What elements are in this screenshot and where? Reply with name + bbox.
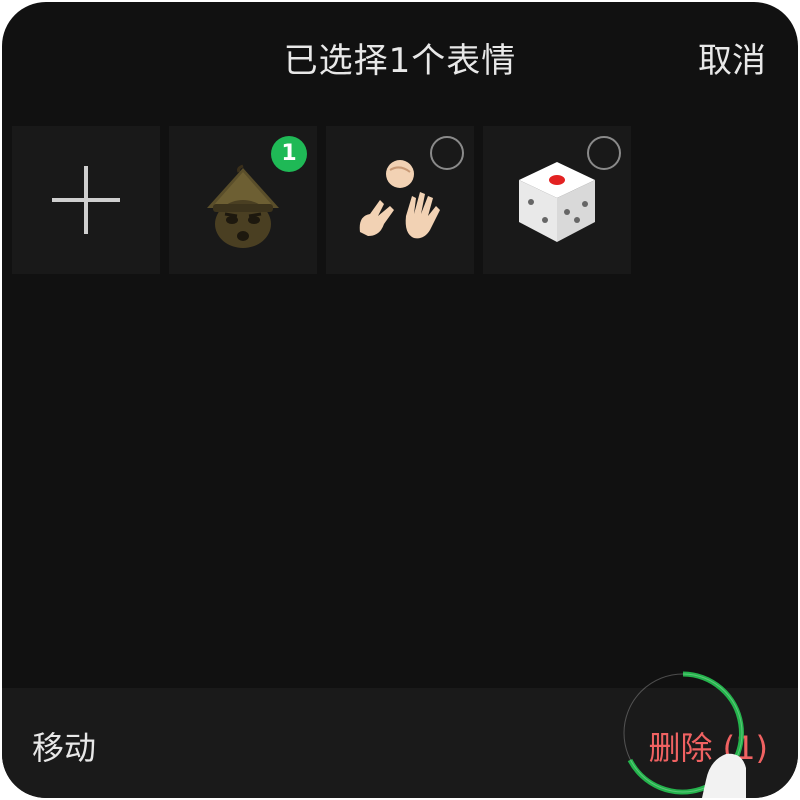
- cancel-button[interactable]: 取消: [698, 38, 766, 84]
- sticker-item-straw-hat[interactable]: 1: [169, 126, 317, 274]
- page-title: 已选择1个表情: [283, 41, 517, 81]
- plus-icon: [12, 126, 160, 274]
- sticker-grid: 1: [12, 126, 652, 274]
- selection-circle[interactable]: [587, 136, 621, 170]
- selection-circle[interactable]: [430, 136, 464, 170]
- selection-badge[interactable]: 1: [271, 136, 307, 172]
- add-sticker-button[interactable]: [12, 126, 160, 274]
- delete-button[interactable]: 删除 (1): [648, 726, 768, 770]
- header: 已选择1个表情 取消: [2, 2, 798, 122]
- sticker-item-rock-paper-scissors[interactable]: [326, 126, 474, 274]
- move-button[interactable]: 移动: [32, 726, 96, 770]
- sticker-manager-screen: 已选择1个表情 取消 1 移动 删除 (1): [2, 2, 798, 798]
- sticker-item-dice[interactable]: [483, 126, 631, 274]
- bottom-action-bar: 移动 删除 (1): [2, 688, 798, 798]
